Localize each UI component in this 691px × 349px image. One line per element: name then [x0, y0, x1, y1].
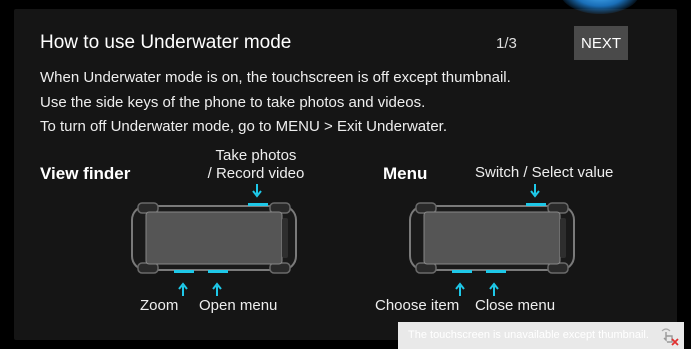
down-arrow-icon: [530, 184, 540, 198]
next-button[interactable]: NEXT: [574, 26, 628, 60]
description-line-2: Use the side keys of the phone to take p…: [40, 94, 426, 111]
select-key-label: Switch / Select value: [475, 164, 614, 181]
up-arrow-icon: [489, 282, 499, 296]
menu-title: Menu: [383, 164, 428, 183]
up-arrow-icon: [178, 282, 188, 296]
capture-key-label: Take photos / Record video: [193, 147, 319, 183]
open-menu-label: Open menu: [199, 297, 278, 314]
phone-menu-illustration: [409, 202, 575, 274]
choose-item-label: Choose item: [375, 297, 460, 314]
viewfinder-title: View finder: [40, 164, 131, 183]
description-line-1: When Underwater mode is on, the touchscr…: [40, 69, 511, 86]
phone-viewfinder-illustration: [131, 202, 297, 274]
touch-disabled-icon: [661, 328, 679, 346]
zoom-label: Zoom: [140, 297, 179, 314]
up-arrow-icon: [212, 282, 222, 296]
up-arrow-icon: [455, 282, 465, 296]
description-line-3: To turn off Underwater mode, go to MENU …: [40, 118, 447, 135]
page-title: How to use Underwater mode: [40, 32, 292, 53]
down-arrow-icon: [252, 184, 262, 198]
close-menu-label: Close menu: [475, 297, 556, 314]
toast-message: The touchscreen is unavailable except th…: [408, 329, 649, 341]
toast-notification: The touchscreen is unavailable except th…: [398, 322, 684, 349]
capture-key-label-line-1: Take photos: [215, 147, 297, 164]
capture-key-label-line-2: / Record video: [207, 165, 305, 182]
page-indicator: 1/3: [496, 35, 517, 52]
